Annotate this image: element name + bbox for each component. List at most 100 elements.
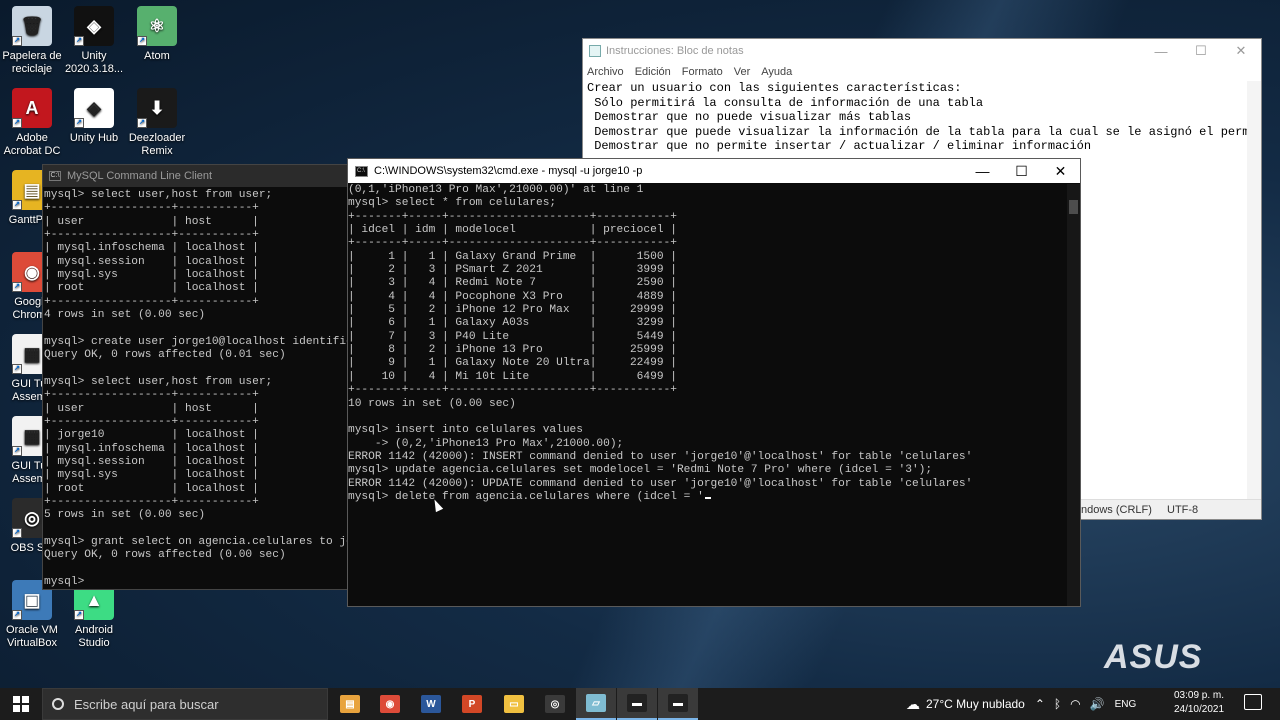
network-icon[interactable]: ◠ [1070,697,1080,711]
shortcut-arrow-icon: ↗ [12,610,22,620]
console-line: | mysql.infoschema | localhost | [44,242,259,255]
app-icon: A ↗ [12,88,52,128]
taskbar-app-chrome[interactable]: ◉ [370,688,410,720]
menu-ver[interactable]: Ver [734,66,751,78]
weather-icon[interactable]: ☁ [906,696,920,713]
file-explorer-store-icon: ▤ [340,695,360,713]
taskbar-app-word[interactable]: W [411,688,451,720]
console-line: +------------------+-----------+ [44,295,259,308]
console-line: +------------------+-----------+ [44,495,259,508]
asus-logo: ASUS [1104,638,1203,676]
menu-edicion[interactable]: Edición [635,66,671,78]
console-line: +-------+-----+---------------------+---… [348,210,677,223]
taskbar-clock[interactable]: 03:09 p. m. 24/10/2021 [1170,689,1228,717]
shortcut-arrow-icon: ↗ [74,36,84,46]
console-line: mysql> [44,575,85,588]
desktop-icon-label: Android [75,624,113,636]
desktop-icon-label: Unity Hub [69,132,119,144]
search-icon [52,698,64,710]
notification-center-icon[interactable] [1244,694,1262,710]
text-cursor [704,496,711,499]
console-line: | mysql.infoschema | localhost | [44,442,259,455]
desktop-icon[interactable]: ▲ ↗ Android Studio [62,580,126,650]
cmd-scrollbar[interactable] [1067,184,1080,606]
taskbar-app-mysql-client[interactable]: ▬ [617,688,657,720]
menu-archivo[interactable]: Archivo [587,66,624,78]
mysql-client-titlebar[interactable]: C:\ MySQL Command Line Client [43,165,351,187]
maximize-icon[interactable]: ☐ [1181,39,1221,63]
console-line: mysql> update agencia.celulares set mode… [348,464,933,477]
cmd-title: C:\WINDOWS\system32\cmd.exe - mysql -u j… [374,165,643,177]
mysql-client-icon: ▬ [627,694,647,712]
menu-ayuda[interactable]: Ayuda [761,66,792,78]
bluetooth-icon[interactable]: ᛒ [1054,697,1061,711]
weather-text[interactable]: 27°C Muy nublado [926,697,1025,711]
console-line: | mysql.session | localhost | [44,255,259,268]
notepad-scrollbar[interactable] [1247,81,1261,501]
minimize-icon[interactable]: — [963,159,1002,183]
desktop-icon-label: Papelera de [2,50,62,62]
console-line: mysql> select user,host from user; [44,189,273,201]
cmd-console[interactable]: (0,1,'iPhone13 Pro Max',21000.00)' at li… [348,184,1067,606]
obs-icon: ◎ [545,695,565,713]
status-line-ending: ndows (CRLF) [1081,504,1152,516]
console-line: | 9 | 1 | Galaxy Note 20 Ultra| 22499 | [348,357,677,370]
taskbar-search-box[interactable]: Escribe aquí para buscar [42,688,328,720]
desktop-icon[interactable]: A ↗ Adobe Acrobat DC [0,88,64,158]
mysql-client-console[interactable]: mysql> select user,host from user; +-----… [44,189,351,589]
console-line: 5 rows in set (0.00 sec) [44,509,206,522]
desktop-icon[interactable]: ◈ ↗ Unity 2020.3.18... [62,6,126,76]
taskbar-app-cmd[interactable]: ▬ [658,688,698,720]
desktop-icon[interactable]: ◈ ↗ Unity Hub [62,88,126,145]
shortcut-arrow-icon: ↗ [12,36,22,46]
desktop-icon-label: 2020.3.18... [64,63,124,75]
console-line: Demostrar que puede visualizar la inform… [587,124,1247,139]
desktop-icon-label: Studio [78,637,110,649]
mysql-client-window[interactable]: C:\ MySQL Command Line Client mysql> sel… [42,164,352,590]
clock-date: 24/10/2021 [1173,704,1225,715]
console-line: | 1 | 1 | Galaxy Grand Prime | 1500 | [348,250,677,263]
console-line: mysql> insert into celulares values [348,424,583,437]
console-line: | 5 | 2 | iPhone 12 Pro Max | 29999 | [348,304,677,317]
maximize-icon[interactable]: ☐ [1002,159,1041,183]
taskbar-app-notepad[interactable]: ▱ [576,688,616,720]
console-line: | 3 | 4 | Redmi Note 7 | 2590 | [348,277,677,290]
console-line: +------------------+-----------+ [44,415,259,428]
desktop-icon-label: Atom [144,50,170,62]
app-icon: ◈ ↗ [74,88,114,128]
close-icon[interactable]: ✕ [1221,39,1261,63]
console-line: +------------------+-----------+ [44,202,259,215]
minimize-icon[interactable]: — [1141,39,1181,63]
taskbar-app-obs[interactable]: ◎ [535,688,575,720]
shortcut-arrow-icon: ↗ [74,118,84,128]
desktop-icon[interactable]: ▣ ↗ Oracle VM VirtualBox [0,580,64,650]
desktop-icon[interactable]: 🗑 ↗ Papelera de reciclaje [0,6,64,76]
file-explorer-icon: ▭ [504,695,524,713]
cmd-window[interactable]: C:\ C:\WINDOWS\system32\cmd.exe - mysql … [347,158,1081,607]
console-line: | root | localhost | [44,482,259,495]
taskbar-app-powerpoint[interactable]: P [452,688,492,720]
show-hidden-icons-icon[interactable]: ⌃ [1035,697,1045,711]
taskbar-app-file-explorer-store[interactable]: ▤ [330,688,370,720]
desktop-icon[interactable]: ⬇ ↗ Deezloader Remix [125,88,189,158]
desktop-icon[interactable]: ⚛ ↗ Atom [125,6,189,63]
shortcut-arrow-icon: ↗ [12,528,22,538]
taskbar-app-file-explorer[interactable]: ▭ [494,688,534,720]
status-encoding: UTF-8 [1167,504,1199,516]
start-button[interactable] [0,688,42,720]
shortcut-arrow-icon: ↗ [74,610,84,620]
speaker-icon[interactable]: 🔊 [1090,697,1105,711]
windows-logo-icon [13,696,29,712]
close-icon[interactable]: ✕ [1041,159,1080,183]
scrollbar-thumb[interactable] [1069,200,1078,214]
language-indicator[interactable]: ENG [1115,699,1137,710]
cmd-icon: ▬ [668,694,688,712]
notepad-window-controls: — ☐ ✕ [1141,39,1261,63]
powerpoint-icon: P [462,695,482,713]
console-line: | user | host | [44,402,259,415]
console-line: -> (0,2,'iPhone13 Pro Max',21000.00); [348,437,624,450]
console-line: Demostrar que no permite insertar / actu… [587,139,1092,154]
menu-formato[interactable]: Formato [682,66,723,78]
